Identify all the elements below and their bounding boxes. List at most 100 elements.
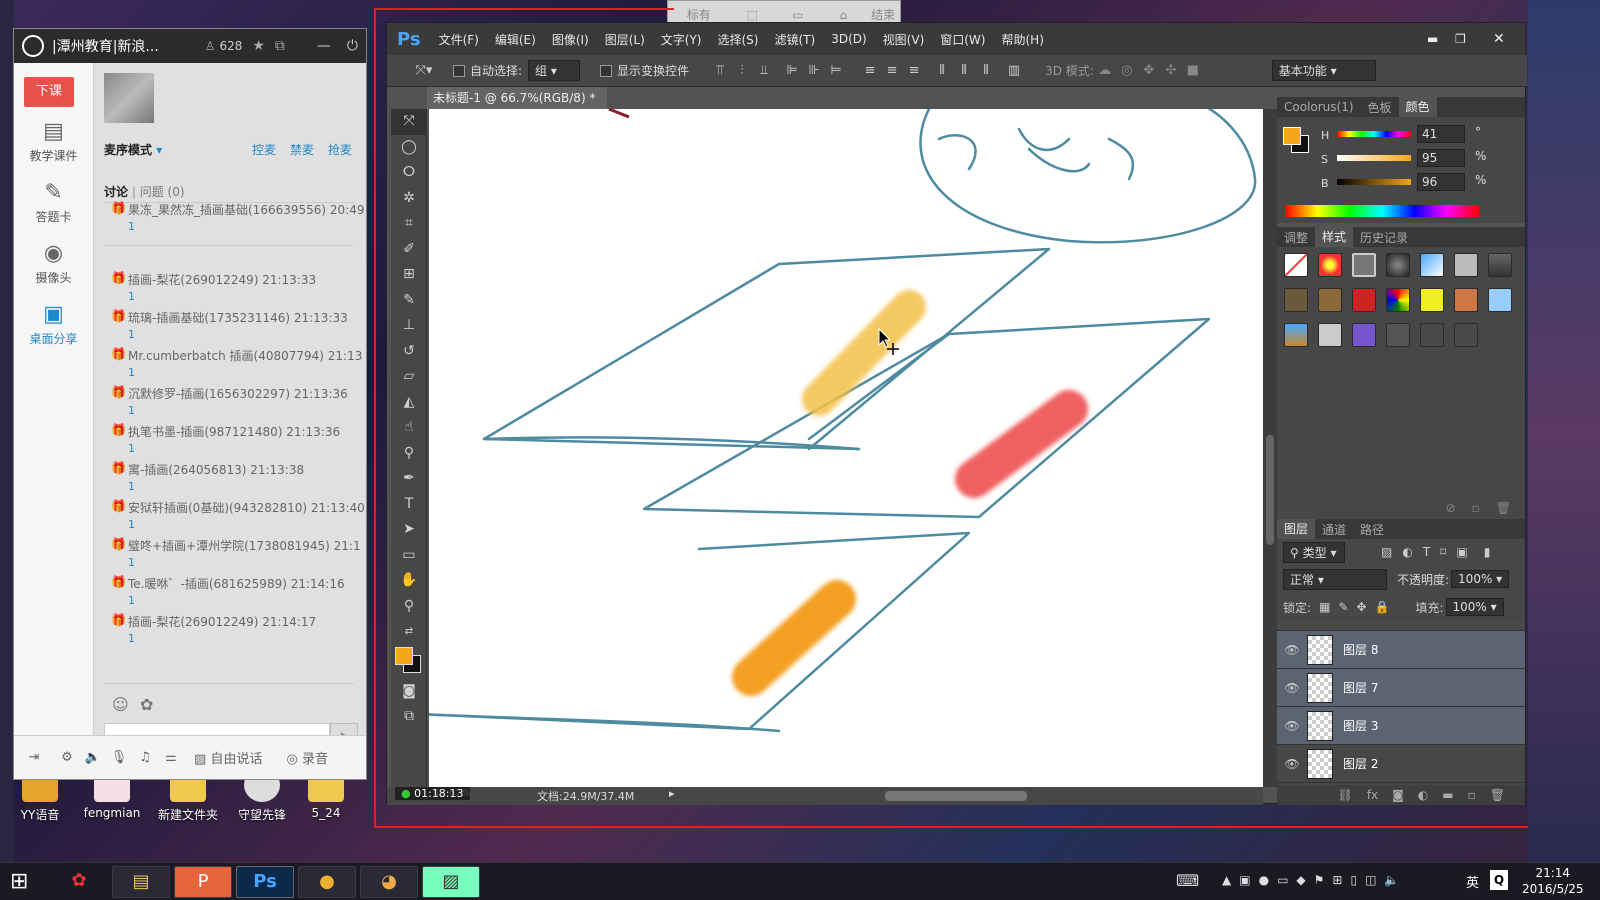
tab-history[interactable]: 历史记录 [1353, 229, 1415, 246]
magic-wand-tool-icon[interactable]: ✲ [391, 186, 427, 212]
free-talk-button[interactable]: ▨ 自由说话 [194, 748, 262, 767]
layer-row[interactable]: 👁 图层 3 [1277, 707, 1525, 745]
stamp-tool-icon[interactable]: ⊥ [391, 313, 427, 339]
trash-icon[interactable]: 🗑 [1490, 788, 1505, 802]
style-swatch[interactable] [1420, 253, 1444, 277]
fx-icon[interactable]: fx [1367, 788, 1378, 802]
ps-close-button[interactable]: ✕ [1493, 31, 1505, 47]
scroll-thumb[interactable] [1266, 435, 1274, 545]
sidebar-item-answer-card[interactable]: ✎ 答题卡 [14, 182, 93, 225]
tray-expand-icon[interactable]: ▲ [1222, 873, 1231, 887]
menu-file[interactable]: 文件(F) [439, 31, 479, 48]
star-icon[interactable]: ★ [252, 38, 265, 54]
sidebar-item-camera[interactable]: ◉ 摄像头 [14, 243, 93, 286]
auto-select-type-dropdown[interactable]: 组 ▾ [528, 60, 581, 81]
opacity-input[interactable]: 100% ▾ [1451, 570, 1510, 588]
ime-indicator[interactable]: 英 [1466, 872, 1479, 891]
sidebar-item-desktop-share[interactable]: ▣ 桌面分享 [14, 304, 93, 347]
document-tab[interactable]: 未标题-1 @ 66.7%(RGB/8) * × [427, 87, 607, 127]
keyboard-icon[interactable]: ⌨ [1176, 871, 1199, 890]
style-swatch[interactable] [1386, 288, 1410, 312]
3d-roll-icon[interactable]: ◎ [1116, 63, 1138, 78]
zoom-readout[interactable]: 66.67% [433, 788, 471, 799]
eye-icon[interactable]: 👁 [1277, 757, 1307, 771]
hue-input[interactable]: 41 [1417, 125, 1465, 143]
power-button[interactable]: ⏻ [347, 38, 358, 54]
distribute-vcenter-icon[interactable]: ≡ [881, 63, 903, 78]
auto-align-icon[interactable]: ▥ [1003, 63, 1025, 78]
tab-layers[interactable]: 图层 [1277, 519, 1316, 539]
fg-color-chip[interactable] [1283, 127, 1301, 145]
lasso-tool-icon[interactable]: ⵔ [391, 160, 427, 186]
3d-pan-icon[interactable]: ✥ [1138, 63, 1160, 78]
style-swatch[interactable] [1352, 253, 1376, 277]
distribute-bottom-icon[interactable]: ≡ [903, 63, 925, 78]
menu-help[interactable]: 帮助(H) [1001, 31, 1043, 48]
move-tool-icon[interactable]: ⤧ [391, 109, 427, 135]
tab-coolorus[interactable]: Coolorus(1) [1277, 100, 1361, 114]
eraser-tool-icon[interactable]: ▱ [391, 364, 427, 390]
path-select-tool-icon[interactable]: ➤ [391, 517, 427, 543]
ps-minimize-button[interactable]: ▬ [1427, 32, 1438, 46]
taskbar-presentation-icon[interactable]: P [174, 866, 232, 898]
tab-swatches[interactable]: 色板 [1361, 99, 1399, 116]
menu-select[interactable]: 选择(S) [718, 31, 759, 48]
horizontal-scroll-thumb[interactable] [885, 791, 1027, 801]
swap-colors-icon[interactable]: ⇄ [391, 619, 427, 645]
smudge-tool-icon[interactable]: ☝ [391, 415, 427, 441]
taskbar-photoshop-icon[interactable]: Ps [236, 866, 294, 898]
style-swatch[interactable] [1454, 253, 1478, 277]
clock[interactable]: 21:14 2016/5/25 [1522, 865, 1584, 897]
sidebar-item-courseware[interactable]: ▤ 教学课件 [14, 121, 93, 164]
tab-paths[interactable]: 路径 [1353, 521, 1391, 538]
show-transform-checkbox[interactable] [600, 64, 613, 77]
menu-3d[interactable]: 3D(D) [831, 32, 866, 46]
tray-security-icon[interactable]: ◆ [1296, 873, 1305, 887]
3d-slide-icon[interactable]: ✣ [1160, 63, 1182, 78]
mixer-icon[interactable]: ⚌ [158, 750, 184, 765]
taskbar-explorer-icon[interactable]: ▤ [112, 866, 170, 898]
minimize-button[interactable]: — [317, 38, 331, 54]
align-right-icon[interactable]: ⊨ [825, 63, 847, 78]
tray-battery-icon[interactable]: ▯ [1350, 873, 1357, 887]
pen-tool-icon[interactable]: ✒ [391, 466, 427, 492]
menu-window[interactable]: 窗口(W) [940, 31, 985, 48]
color-spectrum-ramp[interactable] [1285, 205, 1479, 217]
align-vcenter-icon[interactable]: ⫶ [731, 63, 753, 78]
tab-questions[interactable]: 问题 (0) [140, 185, 185, 199]
grab-mic-button[interactable]: 抢麦 [328, 141, 352, 158]
mic-icon[interactable]: 🎙 [106, 750, 132, 765]
blend-mode-dropdown[interactable]: 正常 ▾ [1283, 568, 1387, 590]
tray-yy-icon[interactable]: ● [1259, 873, 1269, 887]
distribute-left-icon[interactable]: ⦀ [931, 63, 953, 78]
document-canvas[interactable] [429, 109, 1263, 789]
lock-all-icon[interactable]: 🔒 [1375, 600, 1390, 614]
filter-smart-icon[interactable]: ▣ [1456, 545, 1467, 559]
foreground-color-swatch[interactable] [395, 646, 413, 665]
saturation-slider[interactable] [1337, 155, 1411, 161]
ban-mic-button[interactable]: 禁麦 [290, 141, 314, 158]
lock-paint-icon[interactable]: ✎ [1338, 600, 1348, 614]
menu-filter[interactable]: 滤镜(T) [774, 31, 815, 48]
taskbar-chrome-icon[interactable]: ◕ [360, 866, 418, 898]
distribute-top-icon[interactable]: ≡ [859, 63, 881, 78]
screen-mode-icon[interactable]: ⧉ [391, 704, 427, 730]
filter-shape-icon[interactable]: ⌑ [1440, 545, 1446, 559]
fill-input[interactable]: 100% ▾ [1445, 598, 1504, 616]
share-icon[interactable]: ⧉ [275, 38, 285, 54]
link-icon[interactable]: ⛓ [1338, 788, 1353, 802]
exit-icon[interactable]: ⇥ [14, 750, 54, 765]
style-swatch[interactable] [1454, 288, 1478, 312]
dodge-tool-icon[interactable]: ⚲ [391, 441, 427, 467]
trash-icon[interactable]: 🗑 [1496, 501, 1511, 515]
new-style-icon[interactable]: ▫ [1472, 501, 1480, 515]
workspace-dropdown[interactable]: 基本功能 ▾ [1271, 60, 1376, 81]
align-hcenter-icon[interactable]: ⊪ [803, 63, 825, 78]
filter-adjust-icon[interactable]: ◐ [1402, 545, 1412, 559]
music-icon[interactable]: ♫ [132, 750, 158, 765]
tray-flag-icon[interactable]: ⚑ [1314, 873, 1325, 887]
move-tool-preset-icon[interactable]: ⤧▾ [409, 63, 439, 78]
control-mic-button[interactable]: 控麦 [252, 141, 276, 158]
clear-style-icon[interactable]: ⊘ [1446, 501, 1456, 515]
canvas-vertical-scrollbar[interactable] [1263, 109, 1277, 787]
